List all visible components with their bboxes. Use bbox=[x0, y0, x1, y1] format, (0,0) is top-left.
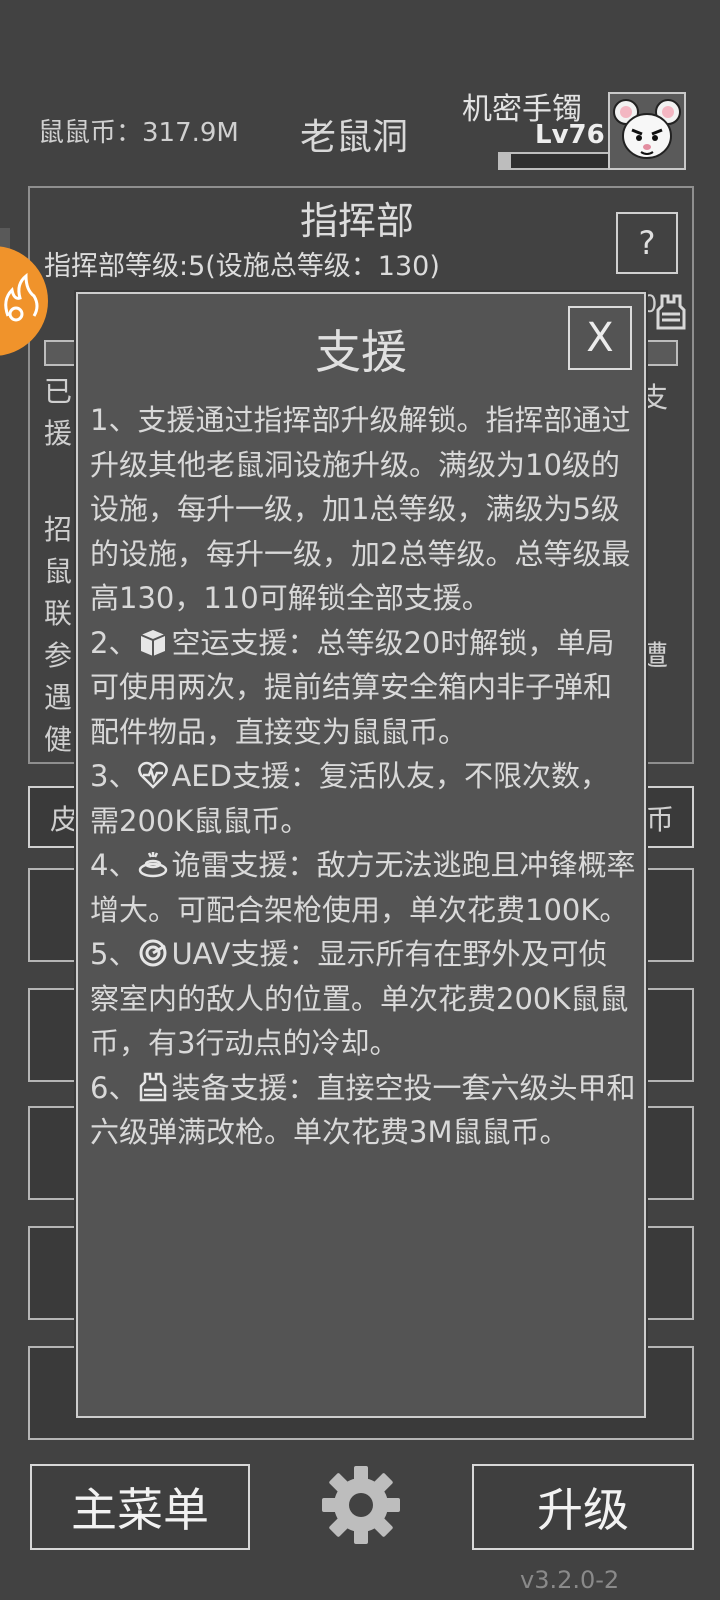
support-intro: 1、支援通过指挥部升级解锁。指挥部通过升级其他老鼠洞设施升级。满级为10级的设施… bbox=[90, 403, 631, 615]
event-badge[interactable] bbox=[0, 246, 48, 356]
flame-icon bbox=[4, 272, 39, 322]
support-item-airdrop: 2、 空运支援：总等级20时解锁，单局可使用两次，提前结算安全箱内非子弹和配件物… bbox=[90, 621, 636, 755]
item-number: 5、 bbox=[90, 937, 138, 971]
panel-text-fragment: 遇 bbox=[44, 681, 73, 714]
heartbeat-icon bbox=[138, 761, 169, 789]
item-number: 6、 bbox=[90, 1070, 138, 1105]
version-label: v3.2.0-2 bbox=[520, 1566, 620, 1594]
item-number: 3、 bbox=[90, 759, 138, 793]
support-dialog: 支援 X 1、支援通过指挥部升级解锁。指挥部通过升级其他老鼠洞设施升级。满级为1… bbox=[76, 292, 646, 1418]
panel-text-fragment: 已 bbox=[44, 375, 73, 408]
dialog-title: 支援 bbox=[315, 325, 407, 379]
mine-icon bbox=[139, 852, 168, 878]
crate-icon bbox=[141, 629, 166, 656]
coin-balance: 鼠鼠币：317.9M bbox=[38, 118, 239, 148]
panel-text-fragment: 援 bbox=[44, 417, 73, 450]
page-title: 老鼠洞 bbox=[300, 117, 409, 158]
player-level: Lv76 bbox=[535, 120, 605, 150]
item-text: 诡雷支援：敌方无法逃跑且冲锋概率增大。可配合架枪使用，单次花费100K。 bbox=[90, 848, 636, 927]
support-item-trap: 4、 诡雷支援：敌方无法逃跑且冲锋概率增大。可配合架枪使用，单次花费100K。 bbox=[90, 843, 636, 932]
item-text: UAV支援：显示所有在野外及可侦察室内的敌人的位置。单次花费200K鼠鼠币，有3… bbox=[90, 937, 629, 1060]
upgrade-button[interactable]: 升级 bbox=[472, 1464, 694, 1550]
panel-text-fragment: 招 bbox=[44, 513, 73, 546]
panel-text-fragment: 鼠 bbox=[44, 555, 73, 588]
support-item-equipment: 6、 装备支援：直接空投一套六级头甲和六级弹满改枪。单次花费3M鼠鼠币。 bbox=[90, 1066, 636, 1155]
support-item-aed: 3、 AED支援：复活队友，不限次数，需200K鼠鼠币。 bbox=[90, 754, 636, 843]
panel-level-text: 指挥部等级:5(设施总等级：130) bbox=[44, 251, 440, 282]
panel-text-fragment: 健 bbox=[44, 723, 73, 756]
rat-avatar-icon bbox=[613, 99, 681, 159]
support-item-uav: 5、 UAV支援：显示所有在野外及可侦察室内的敌人的位置。单次花费200K鼠鼠币… bbox=[90, 932, 636, 1066]
panel-text-fragment: 参 bbox=[44, 639, 73, 672]
avatar[interactable] bbox=[608, 92, 686, 170]
panel-text-fragment: 联 bbox=[44, 597, 73, 630]
close-button[interactable]: X bbox=[568, 306, 632, 370]
vest-icon bbox=[140, 1072, 167, 1101]
gear-icon[interactable] bbox=[318, 1462, 404, 1548]
main-menu-button[interactable]: 主菜单 bbox=[30, 1464, 250, 1550]
xp-progress-bar bbox=[498, 152, 610, 170]
panel-title: 指挥部 bbox=[300, 199, 415, 243]
xp-progress-fill bbox=[500, 154, 511, 168]
tab-fragment-right: 币 bbox=[646, 803, 675, 836]
help-button[interactable]: ? bbox=[616, 212, 678, 274]
item-number: 2、 bbox=[90, 625, 138, 660]
item-text: 装备支援：直接空投一套六级头甲和六级弹满改枪。单次花费3M鼠鼠币。 bbox=[90, 1070, 636, 1150]
vest-icon bbox=[656, 294, 686, 330]
item-number: 4、 bbox=[90, 848, 138, 882]
radar-icon bbox=[139, 939, 167, 967]
dialog-body: 1、支援通过指挥部升级解锁。指挥部通过升级其他老鼠洞设施升级。满级为10级的设施… bbox=[90, 398, 636, 1155]
tab-fragment-left: 皮 bbox=[50, 803, 79, 836]
